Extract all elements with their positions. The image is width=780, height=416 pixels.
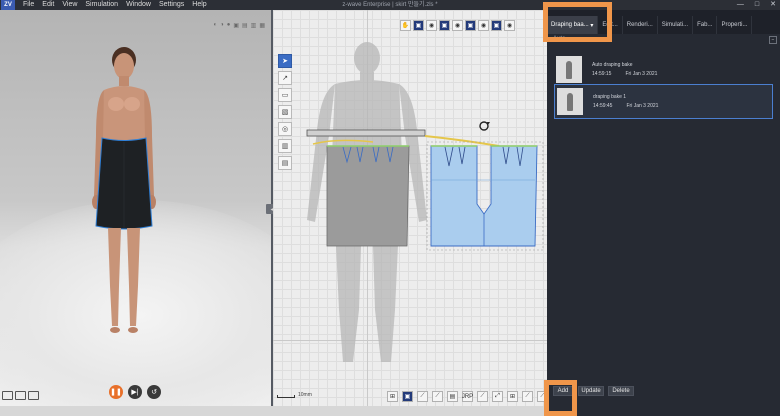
pattern-bottom-toolbar: ⊞ ▣ ⟋ ⟋ ▤ JRP ⟋ ⤢ ⊞ ⟋ ⟋ ⟋ — [387, 391, 547, 402]
panel-header: Auto — [553, 36, 566, 42]
avatar-3d — [92, 47, 156, 333]
display-mode-icon[interactable]: ▤ — [242, 22, 248, 29]
menu-settings[interactable]: Settings — [159, 0, 184, 10]
display-mode-icon[interactable]: ◐ — [213, 22, 217, 29]
menu-file[interactable]: File — [23, 0, 34, 10]
app-logo: ZV — [1, 0, 15, 10]
seam-tool-icon[interactable]: ⟋ — [522, 391, 533, 402]
status-strip-panel — [547, 406, 780, 416]
status-strip — [0, 406, 547, 416]
title-bar: ZV File Edit View Simulation Window Sett… — [0, 0, 780, 10]
image-icon[interactable] — [2, 391, 13, 400]
view-toggle-icon[interactable]: ▣ — [465, 20, 476, 31]
display-mode-icon[interactable]: ▥ — [251, 22, 257, 29]
select-tool-icon[interactable]: ➤ — [278, 54, 292, 68]
rectangle-tool-icon[interactable]: ▭ — [278, 88, 292, 102]
tab-simulation[interactable]: Simulati... — [658, 16, 694, 34]
pattern-toolstrip: ➤ ↗ ▭ ▧ ◎ ▥ ▤ — [278, 54, 292, 170]
list-item-selected[interactable]: draping bake 1 14:59:45 Fri Jan 3 2021 — [554, 84, 773, 119]
tab-draping-bake-label: Draping baa... — [551, 22, 589, 28]
seam-tool-icon[interactable]: ⟋ — [432, 391, 443, 402]
hand-icon[interactable]: ✋ — [400, 20, 411, 31]
update-button[interactable]: Update — [578, 386, 604, 396]
viewport-3d-toolbar: ◐ ◑ ● ▣ ▤ ▥ ▦ — [213, 22, 265, 29]
camera-record-icon[interactable] — [15, 391, 26, 400]
pattern-canvas — [306, 42, 544, 362]
simulation-controls: ❚❚ ▶| ↺ — [109, 385, 161, 399]
bake-name: draping bake 1 — [593, 93, 627, 100]
view-toggle-icon[interactable]: ▣ — [413, 20, 424, 31]
panel-tabs: Draping baa... ▾ Edit... Renderi... Simu… — [547, 10, 780, 34]
display-mode-icon[interactable]: ▣ — [233, 22, 239, 29]
pause-icon[interactable]: ❚❚ — [109, 385, 123, 399]
tab-fabric[interactable]: Fab... — [693, 16, 718, 34]
jrp-tool-icon[interactable]: JRP — [462, 391, 473, 402]
sewing-tool-icon[interactable]: ▤ — [278, 156, 292, 170]
layer-tool-icon[interactable]: ▤ — [447, 391, 458, 402]
display-mode-icon[interactable]: ◑ — [220, 22, 224, 29]
bake-meta: Auto draping bake 14:59:15 Fri Jan 3 202… — [592, 61, 657, 79]
pattern-tool-icon[interactable]: ▣ — [402, 391, 413, 402]
add-button[interactable]: Add — [553, 386, 573, 396]
grid-tool-icon[interactable]: ⊞ — [387, 391, 398, 402]
draping-bake-panel: Draping baa... ▾ Edit... Renderi... Simu… — [547, 10, 780, 406]
fold-tool-icon[interactable]: ▥ — [278, 139, 292, 153]
bake-thumbnail — [557, 88, 583, 115]
viewport-2d[interactable]: ➤ ↗ ▭ ▧ ◎ ▥ ▤ ✋ ▣ ◉ ▣ ◉ ▣ ◉ ▣ ◉ 10mm ⊞ ▣… — [273, 10, 547, 406]
tab-rendering[interactable]: Renderi... — [623, 16, 658, 34]
menu-bar: File Edit View Simulation Window Setting… — [23, 0, 207, 10]
seam-tool-icon[interactable]: ⟋ — [537, 391, 547, 402]
close-icon[interactable]: ✕ — [770, 0, 776, 10]
window-controls: — □ ✕ — [737, 0, 776, 10]
menu-edit[interactable]: Edit — [42, 0, 54, 10]
view-toggle-icon[interactable]: ◉ — [426, 20, 437, 31]
internal-shape-tool-icon[interactable]: ▧ — [278, 105, 292, 119]
scale-indicator: 10mm — [277, 392, 312, 398]
display-mode-icon[interactable]: ● — [227, 22, 231, 29]
scale-bar — [277, 395, 295, 398]
view-toggle-icon[interactable]: ▣ — [491, 20, 502, 31]
step-forward-icon[interactable]: ▶| — [128, 385, 142, 399]
pattern-top-toolbar: ✋ ▣ ◉ ▣ ◉ ▣ ◉ ▣ ◉ — [400, 20, 515, 31]
circle-tool-icon[interactable]: ◎ — [278, 122, 292, 136]
scale-label: 10mm — [298, 392, 312, 398]
bake-name: Auto draping bake — [592, 61, 633, 68]
reset-icon[interactable]: ↺ — [147, 385, 161, 399]
bake-meta: draping bake 1 14:59:45 Fri Jan 3 2021 — [593, 93, 658, 111]
line-tool-icon[interactable]: ↗ — [278, 71, 292, 85]
grid-tool-icon[interactable]: ⊞ — [507, 391, 518, 402]
display-mode-icon[interactable]: ▦ — [259, 22, 265, 29]
viewport-3d-bottom-icons — [2, 391, 39, 400]
menu-help[interactable]: Help — [192, 0, 206, 10]
collapse-icon[interactable]: − — [769, 36, 777, 44]
bake-date: Fri Jan 3 2021 — [626, 102, 659, 109]
delete-button[interactable]: Delete — [608, 386, 634, 396]
list-item[interactable]: Auto draping bake 14:59:15 Fri Jan 3 202… — [554, 52, 773, 87]
viewport-3d[interactable]: ◐ ◑ ● ▣ ▤ ▥ ▦ ❚❚ ▶| ↺ — [0, 10, 271, 406]
window-title: z-wave Enterprise | skirt 만들기.zls * — [342, 2, 438, 8]
camera-icon[interactable] — [28, 391, 39, 400]
view-toggle-icon[interactable]: ◉ — [478, 20, 489, 31]
view-toggle-icon[interactable]: ▣ — [439, 20, 450, 31]
menu-view[interactable]: View — [62, 0, 77, 10]
view-toggle-icon[interactable]: ◉ — [452, 20, 463, 31]
menu-window[interactable]: Window — [126, 0, 151, 10]
menu-simulation[interactable]: Simulation — [85, 0, 118, 10]
tab-edit[interactable]: Edit... — [598, 16, 623, 34]
minimize-icon[interactable]: — — [737, 0, 744, 10]
bake-time: 14:59:15 — [592, 70, 612, 77]
transform-tool-icon[interactable]: ⤢ — [492, 391, 503, 402]
bake-thumbnail — [556, 56, 582, 83]
seam-tool-icon[interactable]: ⟋ — [477, 391, 488, 402]
seam-tool-icon[interactable]: ⟋ — [417, 391, 428, 402]
bake-time: 14:59:45 — [593, 102, 613, 109]
panel-actions: Add Update Delete — [547, 374, 780, 406]
tab-properties[interactable]: Properti... — [717, 16, 753, 34]
bake-date: Fri Jan 3 2021 — [625, 70, 658, 77]
view-toggle-icon[interactable]: ◉ — [504, 20, 515, 31]
maximize-icon[interactable]: □ — [755, 0, 759, 10]
tab-draping-bake[interactable]: Draping baa... ▾ — [547, 16, 599, 34]
